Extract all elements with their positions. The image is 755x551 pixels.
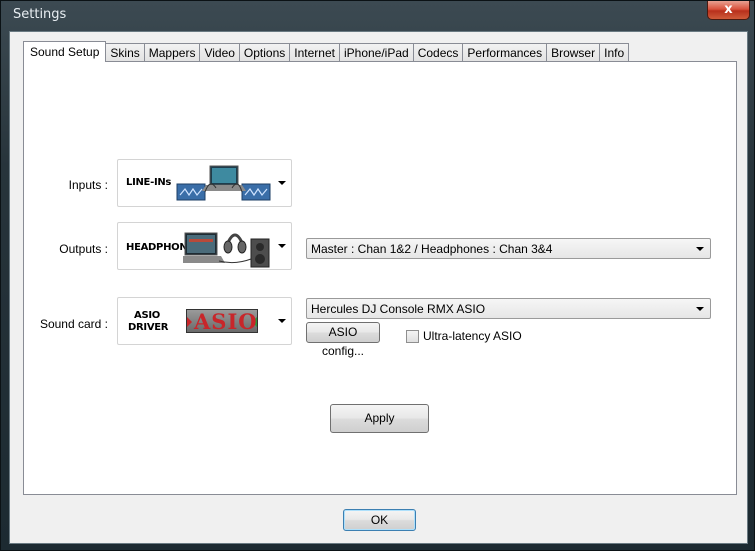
sound-device-chevron-down-icon bbox=[696, 307, 704, 311]
asio-logo: ASIO bbox=[186, 309, 258, 333]
tab-iphone-ipad[interactable]: iPhone/iPad bbox=[338, 43, 414, 62]
headphones-illustration-icon bbox=[183, 232, 270, 268]
outputs-picker-chevron-down-icon bbox=[278, 244, 286, 248]
inputs-picker[interactable]: LINE-INs bbox=[117, 159, 292, 207]
ultra-latency-label: Ultra-latency ASIO bbox=[423, 329, 522, 343]
sound-card-picker-chevron-down-icon bbox=[278, 319, 286, 323]
asio-logo-text: ASIO bbox=[194, 309, 258, 333]
settings-window: Settings x Sound Setup Skins Mappers Vid… bbox=[0, 0, 755, 551]
inputs-label: Inputs : bbox=[68, 178, 108, 192]
tab-internet[interactable]: Internet bbox=[289, 43, 340, 62]
asio-red-arrow-icon bbox=[187, 317, 192, 327]
sound-card-label: Sound card : bbox=[39, 317, 108, 331]
line-in-illustration-icon bbox=[176, 165, 271, 201]
tab-info[interactable]: Info bbox=[599, 43, 630, 62]
tab-strip: Sound Setup Skins Mappers Video Options … bbox=[23, 41, 630, 62]
tab-browser[interactable]: Browser bbox=[546, 43, 601, 62]
tab-skins[interactable]: Skins bbox=[105, 43, 145, 62]
tab-video[interactable]: Video bbox=[199, 43, 240, 62]
outputs-picker[interactable]: HEADPHONES bbox=[117, 222, 292, 270]
output-mapping-chevron-down-icon bbox=[696, 247, 704, 251]
outputs-label: Outputs : bbox=[59, 242, 108, 256]
sound-card-picker-caption-line1: ASIO bbox=[134, 310, 160, 321]
tab-performances[interactable]: Performances bbox=[462, 43, 548, 62]
asio-config-button[interactable]: ASIO config... bbox=[306, 322, 380, 358]
close-button[interactable]: x bbox=[707, 1, 750, 20]
tab-mappers[interactable]: Mappers bbox=[143, 43, 201, 62]
tab-sound-setup[interactable]: Sound Setup bbox=[23, 41, 107, 62]
output-mapping-select[interactable]: Master : Chan 1&2 / Headphones : Chan 3&… bbox=[306, 238, 711, 259]
client-area: Sound Setup Skins Mappers Video Options … bbox=[9, 31, 748, 544]
inputs-picker-caption: LINE-INs bbox=[126, 177, 172, 188]
apply-button[interactable]: Apply bbox=[330, 404, 429, 433]
sound-setup-page: Inputs : LINE-INs Outputs : HEADPHONES M… bbox=[23, 61, 737, 495]
ultra-latency-checkbox[interactable] bbox=[406, 330, 419, 343]
inputs-picker-chevron-down-icon bbox=[278, 181, 286, 185]
sound-device-value: Hercules DJ Console RMX ASIO bbox=[311, 302, 486, 316]
sound-card-picker[interactable]: ASIO DRIVER ASIO bbox=[117, 297, 292, 345]
sound-card-picker-caption-line2: DRIVER bbox=[128, 322, 169, 333]
output-mapping-value: Master : Chan 1&2 / Headphones : Chan 3&… bbox=[311, 242, 553, 256]
tab-codecs[interactable]: Codecs bbox=[412, 43, 464, 62]
window-title: Settings bbox=[13, 7, 67, 22]
tab-options[interactable]: Options bbox=[238, 43, 291, 62]
title-bar[interactable]: Settings x bbox=[1, 1, 755, 29]
sound-device-select[interactable]: Hercules DJ Console RMX ASIO bbox=[306, 298, 711, 319]
ok-button[interactable]: OK bbox=[343, 509, 416, 531]
